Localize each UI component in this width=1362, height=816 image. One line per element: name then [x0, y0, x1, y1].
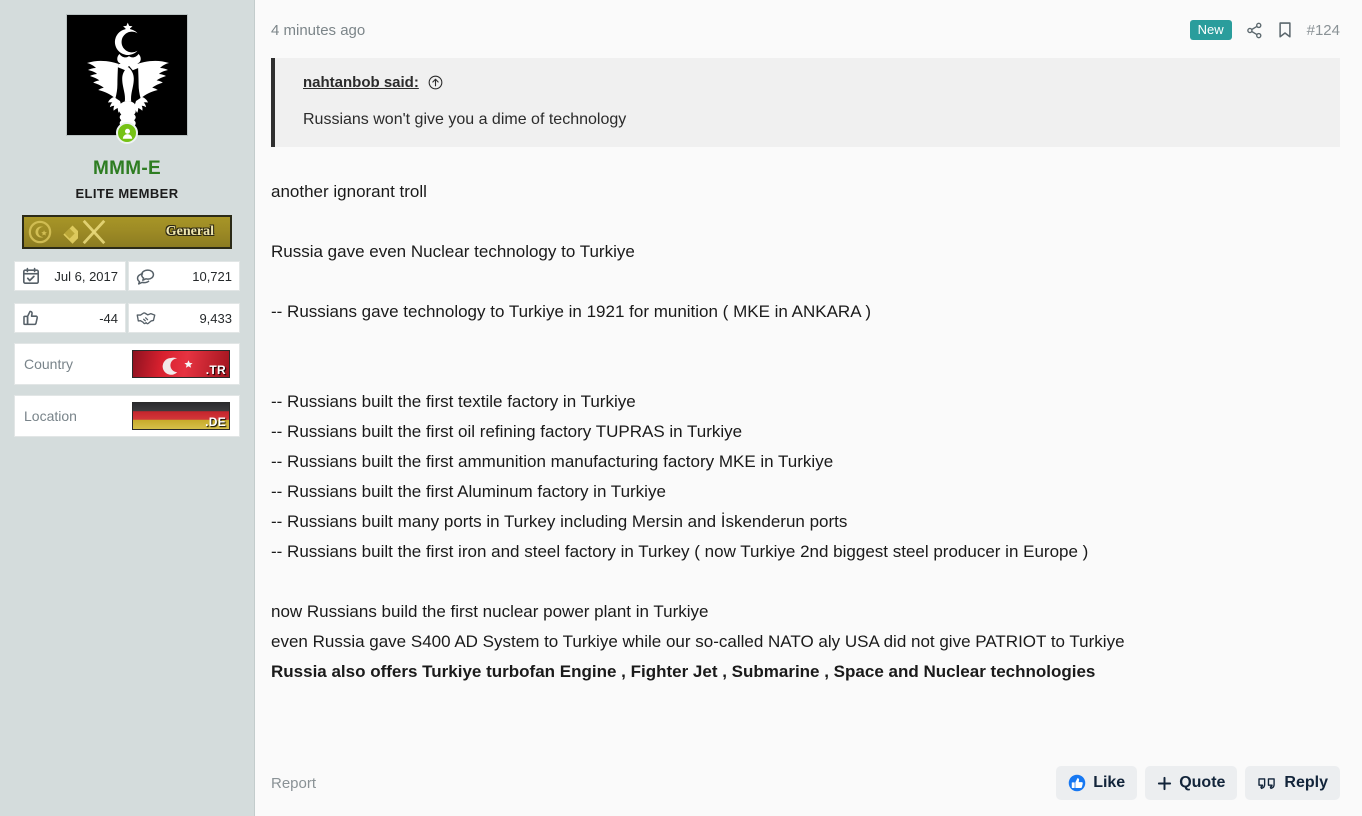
post-line: now Russians build the first nuclear pow… [271, 602, 709, 621]
post-line: even Russia gave S400 AD System to Turki… [271, 632, 1125, 651]
avatar[interactable] [66, 14, 188, 144]
share-nodes-icon[interactable] [1246, 22, 1263, 39]
sidebar-username[interactable]: MMM-E [14, 158, 240, 180]
info-label: Location [24, 408, 77, 424]
like-button[interactable]: Like [1056, 766, 1138, 800]
quote-marks-icon [1257, 776, 1277, 791]
post-page: MMM-E ELITE MEMBER General Jul 6, 2017 1… [0, 0, 1362, 816]
post-list: -- Russians built the first textile fact… [271, 387, 1340, 567]
post-content: 4 minutes ago New #124 nahtanbob said: R… [255, 0, 1362, 816]
turkey-flag-icon: .TR [132, 350, 230, 378]
messages-icon [136, 267, 155, 285]
post-header-actions: New #124 [1189, 20, 1340, 40]
stat-value: Jul 6, 2017 [54, 268, 118, 284]
post-paragraph: -- Russians gave technology to Turkiye i… [271, 302, 871, 321]
quote-text: Russians won't give you a dime of techno… [303, 111, 627, 128]
reply-button[interactable]: Reply [1245, 766, 1340, 800]
thumbs-up-circle-icon [1068, 774, 1086, 792]
info-row-country: Country .TR [14, 343, 240, 385]
post-timestamp[interactable]: 4 minutes ago [271, 22, 365, 39]
quote-label: Quote [1179, 774, 1226, 791]
bookmark-icon[interactable] [1277, 21, 1293, 39]
handshake-icon [136, 309, 156, 327]
stat-value: -44 [99, 310, 118, 326]
stat-value: 10,721 [192, 268, 232, 284]
report-link[interactable]: Report [271, 775, 316, 792]
quote-author-link[interactable]: nahtanbob said: [303, 74, 419, 91]
diamond-medal-icon [54, 220, 78, 244]
post-list-item: -- Russians built the first textile fact… [271, 392, 636, 411]
quote-block: nahtanbob said: Russians won't give you … [271, 58, 1340, 147]
germany-flag-icon: .DE [132, 402, 230, 430]
double-headed-eagle-emblem-icon [67, 15, 187, 135]
jump-to-post-arrow-icon[interactable] [428, 75, 443, 90]
rank-label: General [165, 224, 214, 239]
like-label: Like [1093, 774, 1126, 791]
info-row-location: Location .DE [14, 395, 240, 437]
post-list-item: -- Russians built the first Aluminum fac… [271, 482, 666, 501]
calendar-icon [22, 267, 40, 285]
quote-button[interactable]: Quote [1145, 766, 1238, 800]
post-paragraph-final: now Russians build the first nuclear pow… [271, 597, 1340, 687]
reply-label: Reply [1284, 774, 1328, 791]
crescent-star-medal-icon [28, 220, 52, 244]
location-tld: .DE [205, 415, 226, 429]
stat-messages: 10,721 [128, 261, 240, 291]
post-footer: Report Like Quote Reply [271, 760, 1340, 816]
post-header: 4 minutes ago New #124 [271, 18, 1340, 42]
sidebar-user-title: ELITE MEMBER [75, 186, 179, 201]
plus-icon [1157, 776, 1172, 791]
rank-insignia-group [24, 218, 108, 246]
stat-points: 9,433 [128, 303, 240, 333]
status-badge-new: New [1189, 20, 1232, 40]
info-label: Country [24, 356, 74, 372]
post-list-item: -- Russians built the first oil refining… [271, 422, 743, 441]
user-info-sidebar: MMM-E ELITE MEMBER General Jul 6, 2017 1… [0, 0, 255, 816]
thumbs-up-icon [22, 309, 40, 327]
post-list-item: -- Russians built many ports in Turkey i… [271, 512, 848, 531]
stats-row-secondary: -44 9,433 [14, 303, 240, 333]
online-user-icon [116, 122, 138, 144]
post-footer-actions: Like Quote Reply [1056, 766, 1340, 800]
post-list-item: -- Russians built the first iron and ste… [271, 542, 1089, 561]
post-list-item: -- Russians built the first ammunition m… [271, 452, 834, 471]
stat-value: 9,433 [199, 310, 232, 326]
stats-row-primary: Jul 6, 2017 10,721 [14, 261, 240, 291]
post-message-body: another ignorant troll Russia gave even … [271, 177, 1340, 760]
quote-header: nahtanbob said: [303, 74, 1322, 91]
rank-banner: General [22, 215, 232, 249]
crossed-swords-icon [80, 218, 108, 246]
stat-join-date: Jul 6, 2017 [14, 261, 126, 291]
stat-reaction-score: -44 [14, 303, 126, 333]
post-paragraph: Russia gave even Nuclear technology to T… [271, 242, 635, 261]
spacer-line [271, 357, 1340, 387]
post-line-bold: Russia also offers Turkiye turbofan Engi… [271, 662, 1096, 681]
post-paragraph: another ignorant troll [271, 182, 427, 201]
post-number[interactable]: #124 [1307, 22, 1340, 39]
country-tld: .TR [205, 363, 226, 377]
